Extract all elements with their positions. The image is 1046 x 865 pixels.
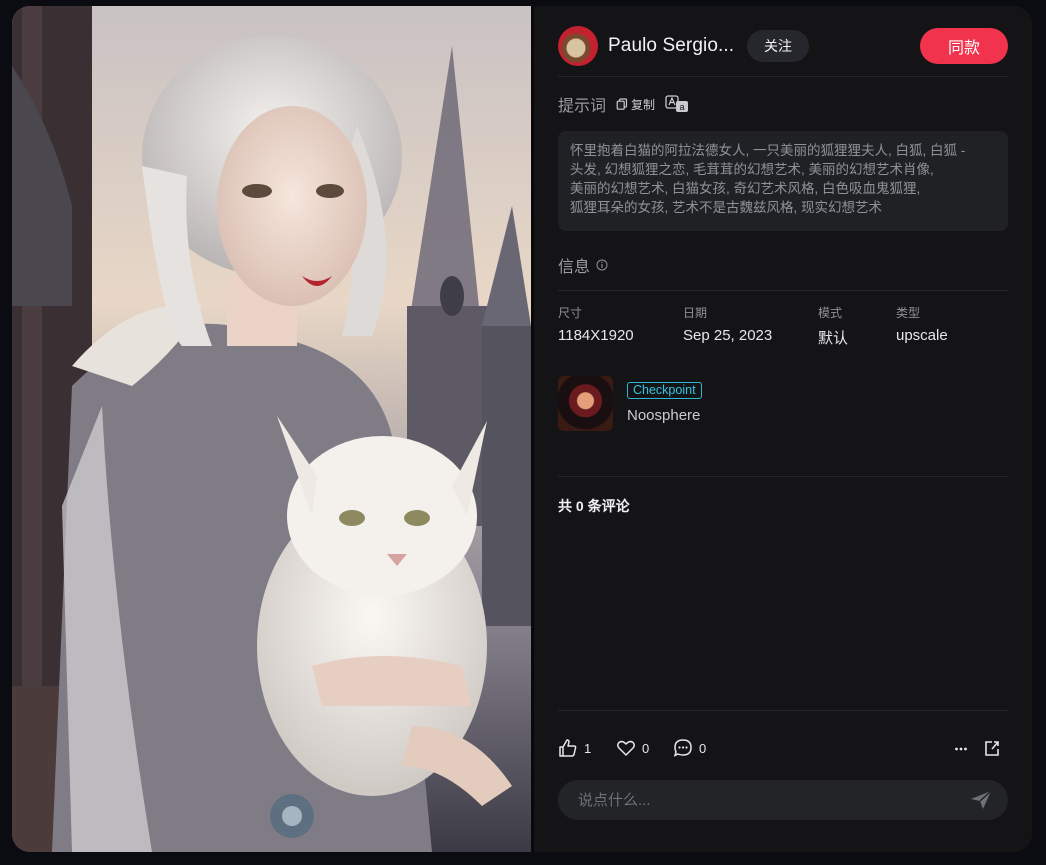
meta-size-value: 1184X1920 [558,327,634,344]
more-icon [955,747,967,751]
author-header: Paulo Sergio... 关注 同款 [558,26,1008,66]
translate-icon[interactable]: a [665,95,689,113]
meta-size: 尺寸 1184X1920 [558,304,634,344]
like-count: 1 [584,740,592,756]
author-name[interactable]: Paulo Sergio... [608,35,734,57]
meta-mode-key: 模式 [818,306,843,320]
comment-button[interactable]: 0 [673,738,706,758]
prompt-line: 头发, 幻想狐狸之恋, 毛茸茸的幻想艺术, 美丽的幻想艺术肖像, [570,162,934,177]
meta-type-key: 类型 [896,306,921,320]
copy-prompt-button[interactable]: 复制 [616,96,655,113]
artwork-detail-card: Paulo Sergio... 关注 同款 提示词 复制 a 怀里抱着白猫的阿拉… [12,6,1032,852]
model-card[interactable]: Checkpoint Noosphere [558,376,1008,434]
info-divider [558,290,1008,291]
heart-icon [617,740,635,756]
header-divider [558,76,1008,77]
meta-date-value: Sep 25, 2023 [683,327,773,344]
comments-count: 共 0 条评论 [558,498,630,514]
share-button[interactable] [984,738,1000,758]
model-type-badge: Checkpoint [627,382,702,399]
prompt-line: 美丽的幻想艺术, 白猫女孩, 奇幻艺术风格, 白色吸血鬼狐狸, [570,181,921,196]
prompt-label: 提示词 [558,98,607,115]
meta-type: 类型 upscale [896,304,948,344]
actions-divider [558,710,1008,711]
send-icon[interactable] [970,790,992,810]
follow-button[interactable]: 关注 [747,30,809,62]
prompt-text-box: 怀里抱着白猫的阿拉法德女人, 一只美丽的狐狸狸夫人, 白狐, 白狐 - 头发, … [558,131,1008,231]
comment-input[interactable] [576,790,990,810]
meta-type-value: upscale [896,327,948,344]
comment-input-bar [558,780,1008,820]
favorite-count: 0 [642,740,650,756]
meta-date-key: 日期 [683,306,708,320]
copy-label: 复制 [631,97,656,112]
author-avatar[interactable] [558,26,598,66]
prompt-line: 怀里抱着白猫的阿拉法德女人, 一只美丽的狐狸狸夫人, 白狐, 白狐 - [570,143,966,158]
info-header: 信息 [558,253,608,277]
thumbs-up-icon [559,739,577,757]
model-name[interactable]: Noosphere [627,407,700,424]
image-panel-divider [531,6,534,852]
prompt-header: 提示词 复制 a [558,94,689,115]
info-label: 信息 [558,259,591,276]
action-bar: 1 0 0 [558,738,1008,760]
same-style-button[interactable]: 同款 [920,28,1008,64]
comment-icon [673,739,692,757]
like-button[interactable]: 1 [558,738,591,758]
svg-text:a: a [680,102,685,112]
prompt-line: 狐狸耳朵的女孩, 艺术不是古魏兹风格, 现实幻想艺术 [570,200,883,215]
meta-date: 日期 Sep 25, 2023 [683,304,772,344]
model-thumbnail[interactable] [558,376,613,431]
model-divider [558,476,1008,477]
meta-mode: 模式 默认 [818,304,848,348]
info-icon[interactable] [596,259,608,271]
artwork-image[interactable] [12,6,531,852]
comment-count: 0 [699,740,707,756]
meta-size-key: 尺寸 [558,306,583,320]
details-panel: Paulo Sergio... 关注 同款 提示词 复制 a 怀里抱着白猫的阿拉… [558,6,1008,852]
meta-mode-value: 默认 [818,330,849,347]
copy-icon [616,98,628,110]
share-icon [985,741,999,756]
more-button[interactable] [954,738,968,758]
favorite-button[interactable]: 0 [616,738,649,758]
